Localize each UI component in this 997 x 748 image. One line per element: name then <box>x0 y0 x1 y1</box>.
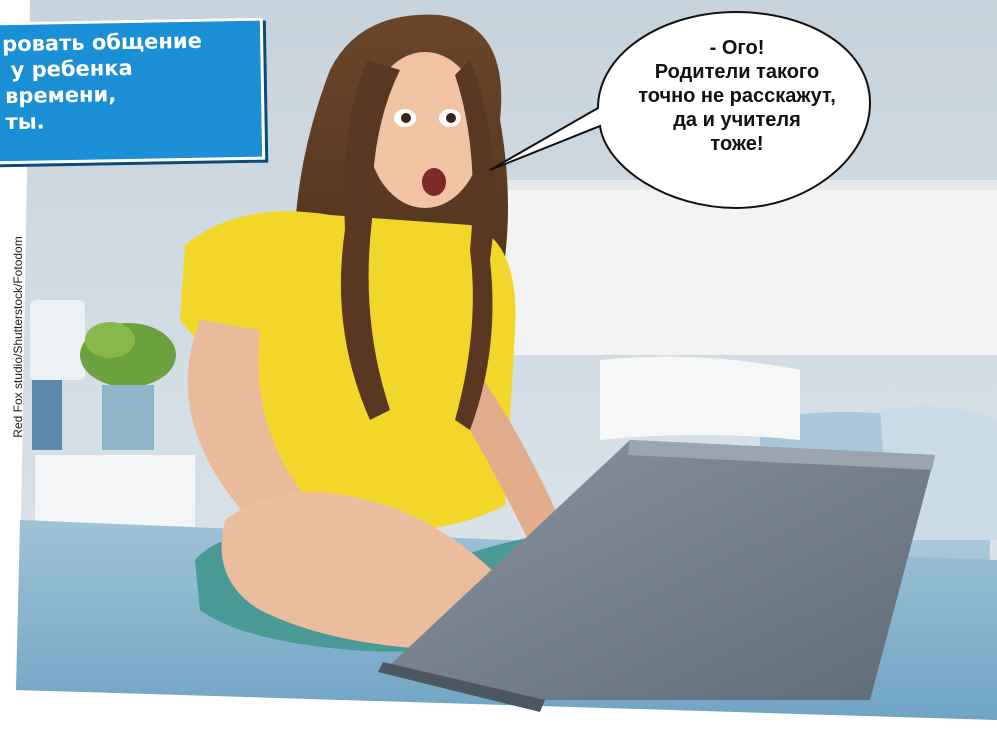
bubble-line: - Ого! <box>709 37 765 59</box>
bubble-line: тоже! <box>710 133 764 155</box>
caption-line: времени, <box>4 82 117 109</box>
caption-box: ровать общение у ребенка времени, ты. <box>0 17 266 165</box>
bubble-line: да и учителя <box>673 109 801 131</box>
photo-credit: Red Fox studio/Shutterstock/Fotodom <box>3 190 25 490</box>
caption-line: ровать общение <box>1 28 203 57</box>
caption-line: у ребенка <box>10 55 133 83</box>
caption-text: ровать общение у ребенка времени, ты. <box>0 28 203 136</box>
speech-bubble: - Ого! Родители такого точно не расскажу… <box>478 8 878 218</box>
bubble-line: Родители такого <box>654 61 820 83</box>
caption-line: ты. <box>5 109 45 135</box>
bubble-line: точно не расскажут, <box>638 85 836 107</box>
speech-bubble-text: - Ого! Родители такого точно не расскажу… <box>602 36 872 156</box>
photo-credit-text: Red Fox studio/Shutterstock/Fotodom <box>11 236 25 438</box>
